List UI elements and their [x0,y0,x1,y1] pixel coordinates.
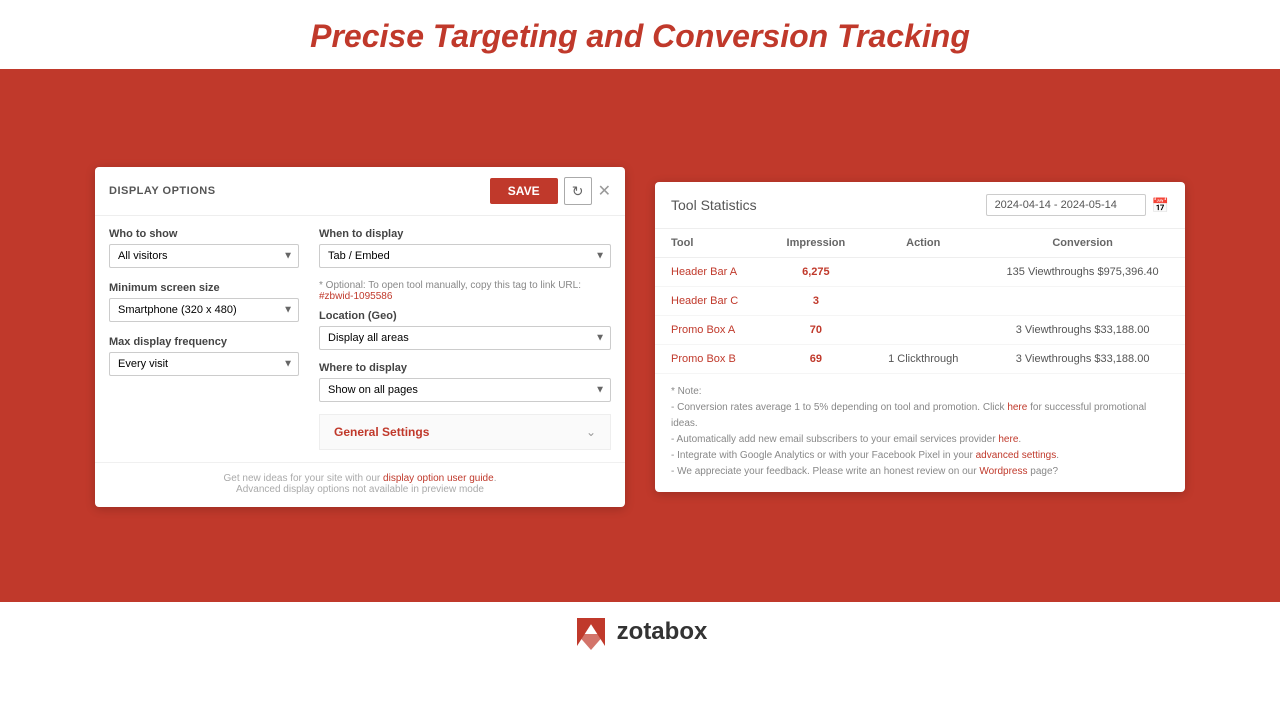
table-header-row: Tool Impression Action Conversion [655,229,1185,258]
max-display-select-wrap: Every visit Once per day Once per week O… [109,352,299,376]
who-to-show-select[interactable]: All visitors New visitors Returning visi… [109,244,299,268]
cell-action [866,258,980,287]
left-column: Who to show All visitors New visitors Re… [109,228,299,450]
display-panel-actions: SAVE ↻ ✕ [490,177,611,205]
tag-id-link[interactable]: #zbwid-1095586 [319,291,392,302]
cell-impression: 6,275 [765,258,866,287]
chevron-down-icon: ⌄ [586,425,596,439]
when-to-display-label: When to display [319,228,611,240]
where-to-display-select[interactable]: Show on all pages Specific pages Homepag… [319,378,611,402]
cell-action [866,287,980,316]
min-screen-select-wrap: Smartphone (320 x 480) Tablet (768 x 102… [109,298,299,322]
here-link-2[interactable]: here [998,434,1018,445]
min-screen-group: Minimum screen size Smartphone (320 x 48… [109,282,299,322]
cell-tool: Header Bar A [655,258,765,287]
cell-tool: Promo Box B [655,345,765,374]
min-screen-select[interactable]: Smartphone (320 x 480) Tablet (768 x 102… [109,298,299,322]
general-settings-bar[interactable]: General Settings ⌄ [319,414,611,450]
table-row: Header Bar A 6,275 135 Viewthroughs $975,3… [655,258,1185,287]
cell-tool: Promo Box A [655,316,765,345]
display-panel-title: DISPLAY OPTIONS [109,185,216,197]
page-header: Precise Targeting and Conversion Trackin… [0,0,1280,72]
display-options-panel: DISPLAY OPTIONS SAVE ↻ ✕ Who to show All… [95,167,625,507]
logo-text: zotabox [617,618,708,646]
page-title: Precise Targeting and Conversion Trackin… [0,18,1280,55]
cell-conversion [980,287,1185,316]
tool-link[interactable]: Promo Box B [671,353,736,365]
tool-statistics-panel: Tool Statistics 📅 Tool Impression Action… [655,182,1185,492]
cell-tool: Header Bar C [655,287,765,316]
refresh-button[interactable]: ↻ [564,177,592,205]
where-to-display-select-wrap: Show on all pages Specific pages Homepag… [319,378,611,402]
note-line-3: - Automatically add new email subscriber… [671,432,1169,448]
optional-note-text: * Optional: To open tool manually, copy … [319,280,581,291]
cell-impression: 70 [765,316,866,345]
when-to-display-group: When to display Tab / Embed Immediately … [319,228,611,268]
tool-link[interactable]: Header Bar A [671,266,737,278]
here-link-1[interactable]: here [1007,402,1027,413]
zotabox-logo: zotabox [573,614,708,650]
footer-text-1: Get new ideas for your site with our dis… [109,473,611,484]
location-geo-group: Location (Geo) Display all areas Specifi… [319,310,611,350]
optional-note: * Optional: To open tool manually, copy … [319,280,611,302]
who-to-show-group: Who to show All visitors New visitors Re… [109,228,299,268]
when-to-display-select-wrap: Tab / Embed Immediately After delay On s… [319,244,611,268]
date-range: 📅 [986,194,1169,216]
where-to-display-group: Where to display Show on all pages Speci… [319,362,611,402]
display-panel-footer: Get new ideas for your site with our dis… [95,462,625,507]
cell-action: 1 Clickthrough [866,345,980,374]
table-row: Promo Box A 70 3 Viewthroughs $33,188.00 [655,316,1185,345]
max-display-group: Max display frequency Every visit Once p… [109,336,299,376]
calendar-icon: 📅 [1152,197,1169,214]
page-footer: zotabox [0,602,1280,662]
location-geo-select[interactable]: Display all areas Specific countries Spe… [319,326,611,350]
tool-link[interactable]: Header Bar C [671,295,738,307]
cell-impression: 69 [765,345,866,374]
close-button[interactable]: ✕ [598,181,611,201]
col-action: Action [866,229,980,258]
display-option-user-guide-link[interactable]: display option user guide [383,473,494,484]
max-display-label: Max display frequency [109,336,299,348]
who-to-show-label: Who to show [109,228,299,240]
table-row: Header Bar C 3 [655,287,1185,316]
main-section: DISPLAY OPTIONS SAVE ↻ ✕ Who to show All… [0,72,1280,602]
note-line-1: * Note: [671,384,1169,400]
location-geo-label: Location (Geo) [319,310,611,322]
cell-impression: 3 [765,287,866,316]
col-tool: Tool [655,229,765,258]
note-line-2: - Conversion rates average 1 to 5% depen… [671,400,1169,432]
stats-title: Tool Statistics [671,197,757,213]
wordpress-link[interactable]: Wordpress [979,466,1027,477]
cell-conversion: 135 Viewthroughs $975,396.40 [980,258,1185,287]
display-panel-header: DISPLAY OPTIONS SAVE ↻ ✕ [95,167,625,216]
stats-header: Tool Statistics 📅 [655,182,1185,229]
col-impression: Impression [765,229,866,258]
footer-text-2: Advanced display options not available i… [109,484,611,495]
save-button[interactable]: SAVE [490,178,558,204]
tool-link[interactable]: Promo Box A [671,324,735,336]
cell-conversion: 3 Viewthroughs $33,188.00 [980,316,1185,345]
when-to-display-select[interactable]: Tab / Embed Immediately After delay On s… [319,244,611,268]
cell-conversion: 3 Viewthroughs $33,188.00 [980,345,1185,374]
display-panel-body: Who to show All visitors New visitors Re… [95,216,625,462]
advanced-settings-link[interactable]: advanced settings [976,450,1057,461]
general-settings-label: General Settings [334,425,429,439]
right-column: When to display Tab / Embed Immediately … [319,228,611,450]
min-screen-label: Minimum screen size [109,282,299,294]
table-row: Promo Box B 691 Clickthrough3 Viewthrough… [655,345,1185,374]
max-display-select[interactable]: Every visit Once per day Once per week O… [109,352,299,376]
stats-note: * Note: - Conversion rates average 1 to … [655,374,1185,490]
stats-table: Tool Impression Action Conversion Header… [655,229,1185,374]
where-to-display-label: Where to display [319,362,611,374]
date-range-input[interactable] [986,194,1146,216]
cell-action [866,316,980,345]
note-line-4: - Integrate with Google Analytics or wit… [671,448,1169,464]
location-geo-select-wrap: Display all areas Specific countries Spe… [319,326,611,350]
who-to-show-select-wrap: All visitors New visitors Returning visi… [109,244,299,268]
note-line-5: - We appreciate your feedback. Please wr… [671,464,1169,480]
zotabox-logo-icon [573,614,609,650]
col-conversion: Conversion [980,229,1185,258]
